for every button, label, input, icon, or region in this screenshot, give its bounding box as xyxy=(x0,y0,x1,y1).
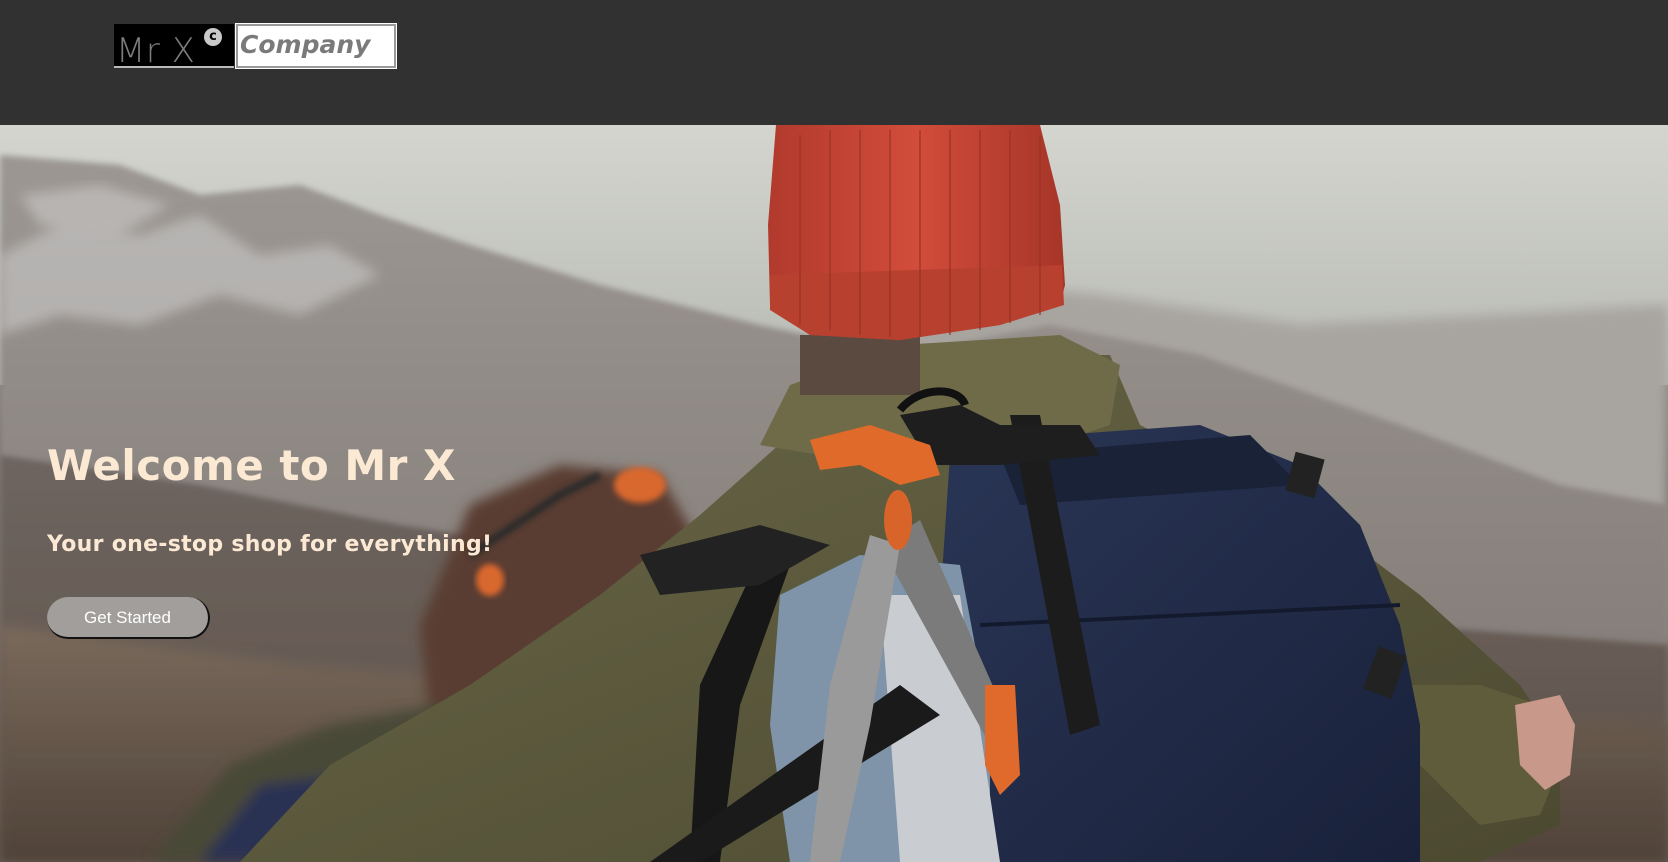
hero-title: Welcome to Mr X xyxy=(47,441,456,490)
get-started-button[interactable]: Get Started xyxy=(47,597,210,639)
company-logo[interactable]: Mr X c Company xyxy=(114,23,397,69)
logo-mark-text: Mr X xyxy=(116,31,196,71)
hero-background-image xyxy=(0,125,1668,862)
logo-mark: Mr X c xyxy=(114,24,234,68)
hero-section: Welcome to Mr X Your one-stop shop for e… xyxy=(0,125,1668,862)
logo-company-text: Company xyxy=(235,23,397,69)
site-header: Mr X c Company xyxy=(0,0,1668,125)
copyright-icon: c xyxy=(204,28,222,46)
hero-subtitle: Your one-stop shop for everything! xyxy=(47,532,493,557)
